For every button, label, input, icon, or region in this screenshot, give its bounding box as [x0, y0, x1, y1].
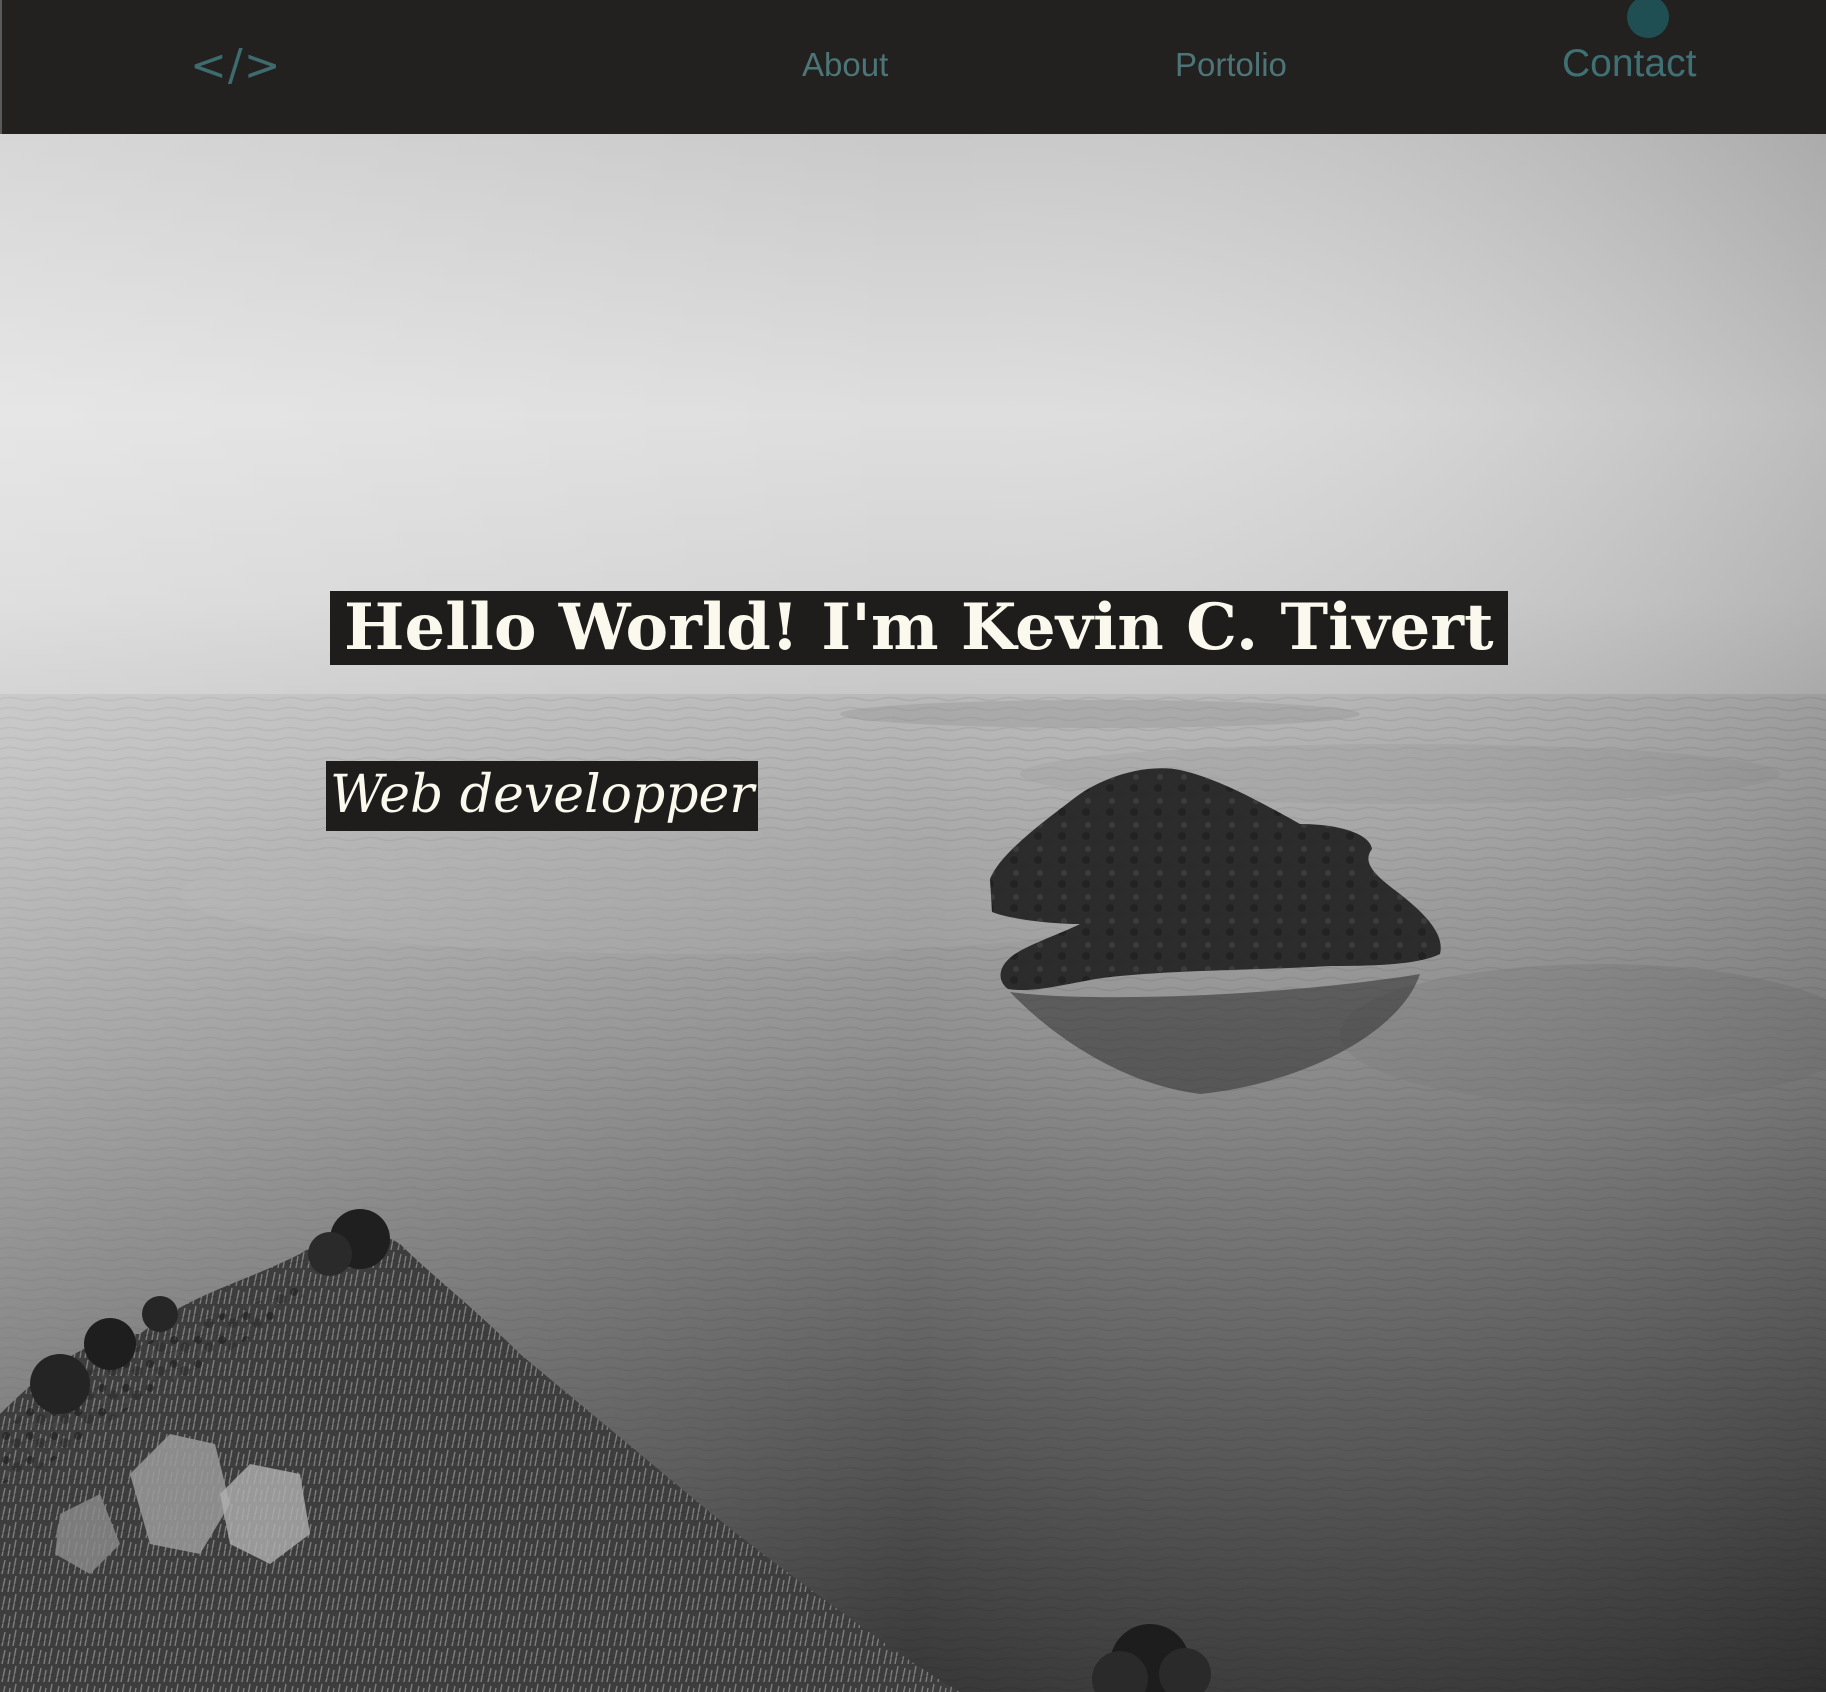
navbar-edge [0, 0, 2, 134]
hero-headline: Hello World! I'm Kevin C. Tivert [330, 591, 1508, 665]
nav-link-portfolio[interactable]: Portolio [1175, 46, 1287, 84]
contact-indicator-dot [1627, 0, 1669, 38]
hero-section: Hello World! I'm Kevin C. Tivert Web dev… [0, 134, 1826, 1692]
nav-link-about[interactable]: About [802, 46, 888, 84]
nav-link-contact[interactable]: Contact [1562, 42, 1696, 86]
hero-background-image [0, 134, 1826, 1692]
navbar: </> About Portolio Contact [0, 0, 1826, 134]
portfolio-page: </> About Portolio Contact Hello World! … [0, 0, 1826, 1692]
hero-subtitle: Web developper [326, 761, 759, 831]
logo-code-icon[interactable]: </> [190, 40, 282, 91]
